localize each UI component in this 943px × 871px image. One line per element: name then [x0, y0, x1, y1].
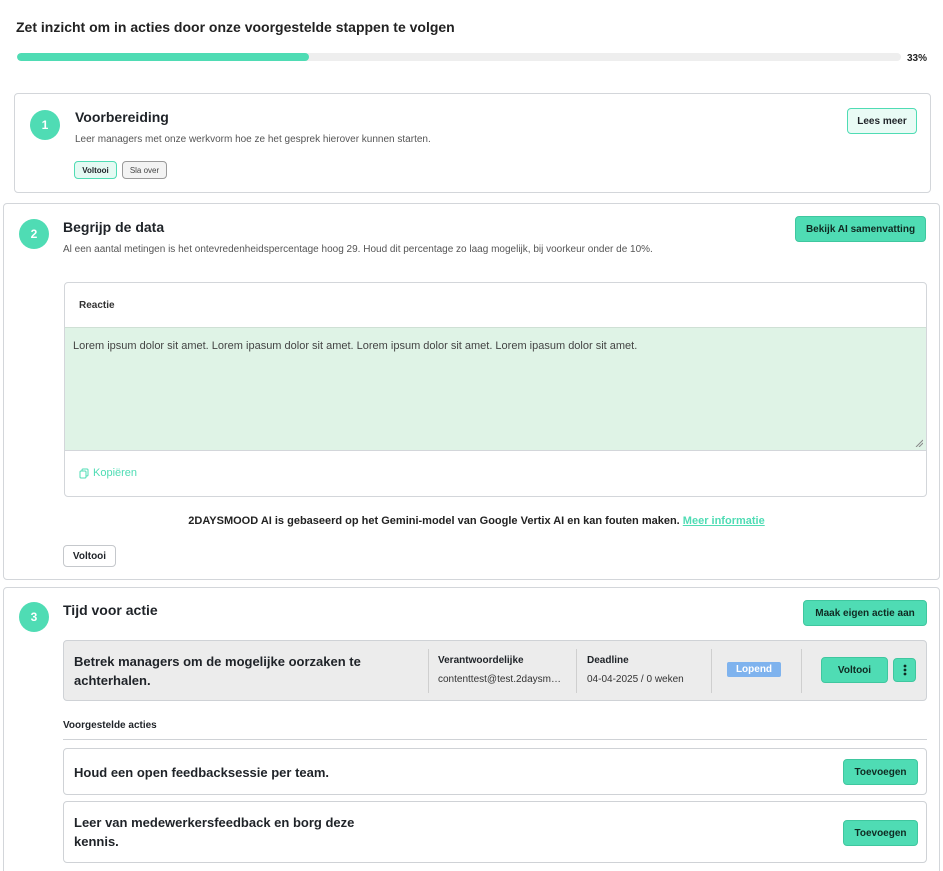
add-suggestion-button[interactable]: Toevoegen	[843, 759, 918, 785]
page-heading: Zet inzicht om in acties door onze voorg…	[16, 19, 455, 35]
ai-disclaimer-text: 2DAYSMOOD AI is gebaseerd op het Gemini-…	[188, 515, 680, 527]
progress-percentage: 33%	[907, 53, 928, 64]
reaction-textarea[interactable]: Lorem ipsum dolor sit amet. Lorem ipasum…	[65, 327, 926, 451]
divider	[428, 649, 429, 693]
ai-more-info-link[interactable]: Meer informatie	[683, 515, 765, 527]
suggested-action-item: Leer van medewerkersfeedback en borg dez…	[63, 801, 927, 863]
owner-label: Verantwoordelijke	[438, 655, 524, 666]
ai-disclaimer: 2DAYSMOOD AI is gebaseerd op het Gemini-…	[4, 515, 939, 527]
divider	[711, 649, 712, 693]
action-title: Betrek managers om de mogelijke oorzaken…	[74, 654, 361, 688]
progress-fill	[17, 53, 309, 61]
copy-link[interactable]: Kopiëren	[79, 467, 137, 479]
step-description: Al een aantal metingen is het ontevreden…	[63, 244, 653, 255]
step-card-preparation: 1 Voorbereiding Leer managers met onze w…	[14, 93, 931, 193]
status-badge: Lopend	[727, 662, 781, 677]
suggested-action-item: Houd een open feedbacksessie per team. T…	[63, 748, 927, 795]
complete-step-button[interactable]: Voltooi	[63, 545, 116, 567]
more-options-button[interactable]	[893, 658, 916, 682]
resize-handle-icon[interactable]	[915, 439, 923, 447]
step-number-badge: 2	[19, 219, 49, 249]
suggested-actions-label: Voorgestelde acties	[63, 720, 157, 731]
deadline-label: Deadline	[587, 655, 629, 666]
step-skip-chip[interactable]: Sla over	[122, 161, 167, 179]
read-more-button[interactable]: Lees meer	[847, 108, 917, 134]
step-title: Begrijp de data	[63, 219, 165, 235]
add-suggestion-button[interactable]: Toevoegen	[843, 820, 918, 846]
owner-value: contenttest@test.2daysmood.com	[438, 674, 566, 685]
suggested-action-text: Leer van medewerkersfeedback en borg dez…	[74, 815, 355, 849]
step-number-badge: 1	[30, 110, 60, 140]
create-own-action-button[interactable]: Maak eigen actie aan	[803, 600, 927, 626]
action-row: Betrek managers om de mogelijke oorzaken…	[63, 640, 927, 701]
step-card-action: 3 Tijd voor actie Maak eigen actie aan B…	[3, 587, 940, 871]
progress-bar	[17, 53, 901, 61]
divider	[801, 649, 802, 693]
kebab-menu-icon	[903, 664, 906, 676]
copy-icon	[79, 468, 89, 478]
step-done-chip[interactable]: Voltooi	[74, 161, 117, 179]
step-number-badge: 3	[19, 602, 49, 632]
reaction-text: Lorem ipsum dolor sit amet. Lorem ipasum…	[73, 340, 638, 352]
ai-summary-button[interactable]: Bekijk AI samenvatting	[795, 216, 926, 242]
step-card-understand-data: 2 Begrijp de data Al een aantal metingen…	[3, 203, 940, 580]
deadline-value: 04-04-2025 / 0 weken	[587, 674, 684, 685]
copy-label: Kopiëren	[93, 467, 138, 479]
suggested-action-text: Houd een open feedbacksessie per team.	[74, 765, 330, 780]
step-title: Voorbereiding	[75, 109, 169, 125]
divider	[576, 649, 577, 693]
suggested-divider	[63, 739, 927, 740]
reaction-panel: Reactie Lorem ipsum dolor sit amet. Lore…	[64, 282, 927, 497]
step-description: Leer managers met onze werkvorm hoe ze h…	[75, 134, 431, 145]
complete-action-button[interactable]: Voltooi	[821, 657, 888, 683]
step-title: Tijd voor actie	[63, 602, 158, 618]
reaction-label: Reactie	[79, 300, 115, 311]
